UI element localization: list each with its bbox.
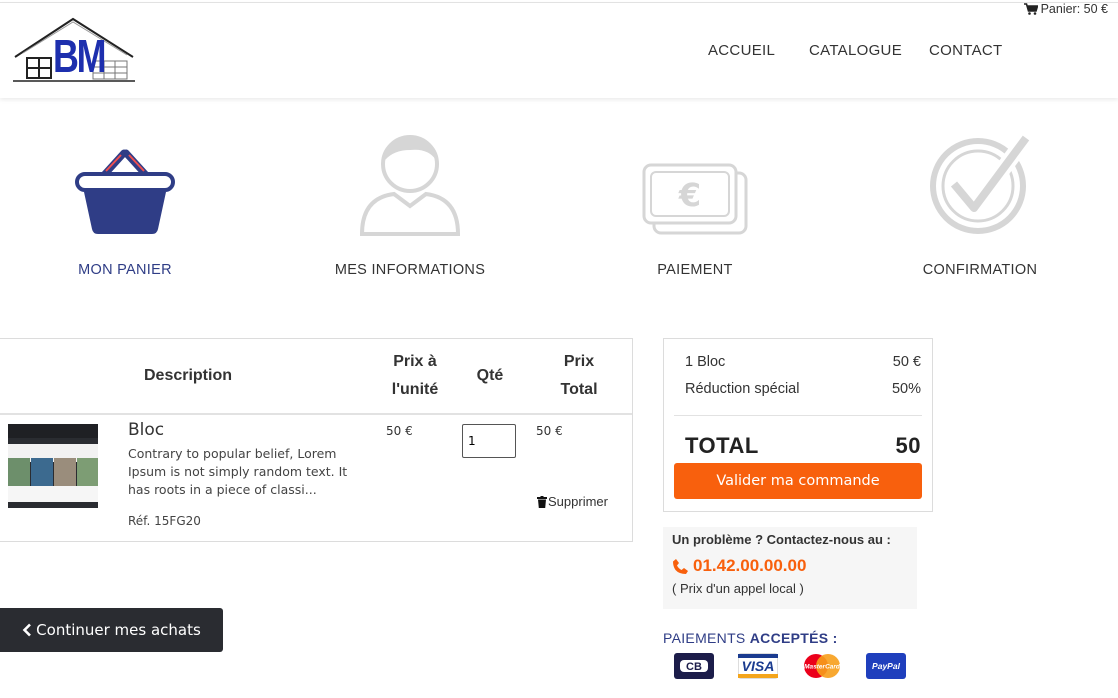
quantity-input[interactable] [462,424,516,458]
cb-card-label: CB [686,661,702,673]
product-title[interactable]: Bloc [128,420,164,440]
contact-title: Un problème ? Contactez-nous au : [672,532,891,547]
summary-item-price: 50 € [892,354,921,370]
unit-price: 50 € [386,424,413,438]
header-total-2: Total [560,381,598,398]
product-description: Contrary to popular belief, Lorem Ipsum … [128,446,348,497]
summary-item-label: 1 Bloc [685,354,726,370]
step-cart [74,149,176,235]
summary-discount-label: Réduction spécial [685,381,800,397]
visa-card-icon: VISA [738,653,778,679]
step-confirmation [928,133,1033,236]
paypal-label: PayPal [872,661,900,671]
product-thumbnail[interactable] [8,424,98,508]
summary-total-label: TOTAL [685,433,759,458]
table-header-divider [0,413,632,415]
product-reference: Réf. 15FG20 [128,514,201,528]
logo-text: BM [53,30,106,82]
step-label-payment: PAIEMENT [657,262,733,278]
mastercard-icon: MasterCard [802,653,842,679]
payments-title-emphasis: ACCEPTÉS : [749,630,838,646]
summary-discount-value: 50% [891,381,921,397]
contact-note: ( Prix d'un appel local ) [672,581,804,596]
step-label-info: MES INFORMATIONS [334,262,486,278]
checkmark-circle-icon [930,133,1033,234]
basket-icon [75,149,175,234]
continue-label: Continuer mes achats [36,621,201,639]
site-logo[interactable]: BM [13,17,135,85]
summary-total-value: 50 [895,433,921,458]
visa-card-label: VISA [741,658,775,674]
phone-number: 01.42.00.00.00 [693,556,807,575]
header-cart-link[interactable]: Panier: 50 € [1023,2,1108,16]
validate-order-button[interactable]: Valider ma commande [674,463,922,499]
header-unit-price-1: Prix à [393,353,437,370]
contact-phone[interactable]: 01.42.00.00.00 [672,556,806,576]
step-label-confirmation: CONFIRMATION [922,262,1038,278]
cb-card-icon: CB [674,653,714,679]
trash-icon [537,495,547,508]
step-label-cart: MON PANIER [78,262,172,278]
payments-title-prefix: PAIEMENTS [663,630,750,646]
phone-icon [673,558,688,574]
euro-banknote-icon: € [642,163,748,235]
delete-label: Supprimer [548,494,608,509]
chevron-left-icon [22,623,32,637]
summary-divider [674,415,922,416]
step-payment: € [642,163,748,235]
user-icon [359,135,461,236]
nav-accueil[interactable]: ACCUEIL [708,42,775,59]
header-total-1: Prix [563,353,595,370]
nav-contact[interactable]: CONTACT [929,42,1002,59]
header-description: Description [143,367,232,384]
delete-item-button[interactable]: Supprimer [537,494,608,509]
header-quantity: Qté [476,367,504,384]
svg-text:€: € [678,176,701,214]
cart-icon [1023,3,1038,15]
nav-catalogue[interactable]: CATALOGUE [809,42,902,59]
mastercard-label: MasterCard [804,664,841,671]
payments-title: PAIEMENTS ACCEPTÉS : [663,630,838,646]
paypal-icon: PayPal [866,653,906,679]
continue-shopping-button[interactable]: Continuer mes achats [0,608,223,652]
step-info [358,132,462,236]
cart-total-label: Panier: 50 € [1040,2,1108,16]
total-price: 50 € [536,424,563,438]
header-unit-price-2: l'unité [391,381,439,398]
